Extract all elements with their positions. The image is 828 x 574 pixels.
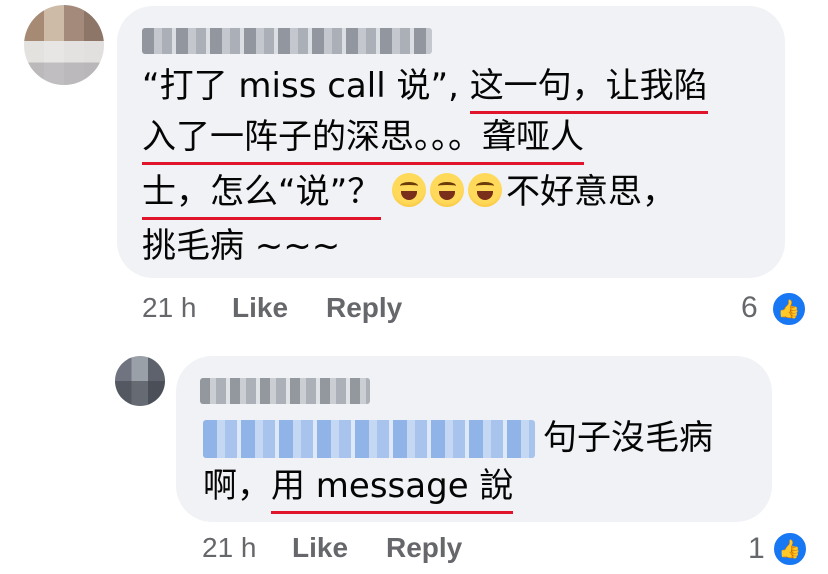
comment-timestamp[interactable]: 21 h bbox=[142, 292, 197, 324]
comment-line-2: 入了一阵子的深思。。。聋哑人 bbox=[142, 111, 584, 165]
thumbs-up-icon[interactable]: 👍 bbox=[771, 291, 807, 327]
reply-button[interactable]: Reply bbox=[386, 532, 462, 564]
tears-of-joy-emoji-icon bbox=[430, 173, 465, 207]
underlined-text: 士，怎么“说”？ bbox=[142, 166, 382, 220]
reply-timestamp[interactable]: 21 h bbox=[202, 532, 257, 564]
like-button[interactable]: Like bbox=[292, 532, 348, 564]
comment-line-4: 挑毛病 ~~~ bbox=[142, 220, 340, 272]
comment-text: 不好意思， bbox=[506, 172, 677, 212]
comment-text: 挑毛病 ~~~ bbox=[142, 226, 341, 266]
underlined-text: 入了一阵子的深思。。。聋哑人 bbox=[142, 111, 584, 165]
reply-text: 句子沒毛病 bbox=[543, 418, 713, 458]
comment-line-3: 士，怎么“说”？ 不好意思， bbox=[142, 166, 677, 220]
commenter-name-blurred[interactable] bbox=[142, 28, 432, 54]
underlined-text: 这一句，让我陷 bbox=[469, 60, 708, 114]
reply-line-2: 啊，用 message 說 bbox=[203, 460, 514, 514]
tears-of-joy-emoji-icon bbox=[392, 173, 427, 207]
commenter-avatar[interactable] bbox=[24, 5, 104, 85]
tears-of-joy-emoji-icon bbox=[468, 173, 503, 207]
reply-button[interactable]: Reply bbox=[326, 292, 402, 324]
mention-link-blurred[interactable] bbox=[203, 420, 535, 458]
like-button[interactable]: Like bbox=[232, 292, 288, 324]
reaction-count[interactable]: 1 bbox=[748, 532, 765, 566]
reply-line-1: 句子沒毛病 bbox=[543, 412, 713, 464]
reaction-count[interactable]: 6 bbox=[741, 291, 758, 325]
thumbs-up-icon[interactable]: 👍 bbox=[772, 531, 808, 567]
reply-text: 啊， bbox=[203, 466, 271, 506]
underlined-text: 用 message 說 bbox=[271, 460, 514, 514]
comment-text: “打了 miss call 说”, bbox=[142, 66, 470, 106]
replier-avatar[interactable] bbox=[115, 356, 165, 406]
replier-name-blurred[interactable] bbox=[200, 378, 370, 404]
comment-line-1: “打了 miss call 说”, 这一句，让我陷 bbox=[142, 60, 708, 114]
